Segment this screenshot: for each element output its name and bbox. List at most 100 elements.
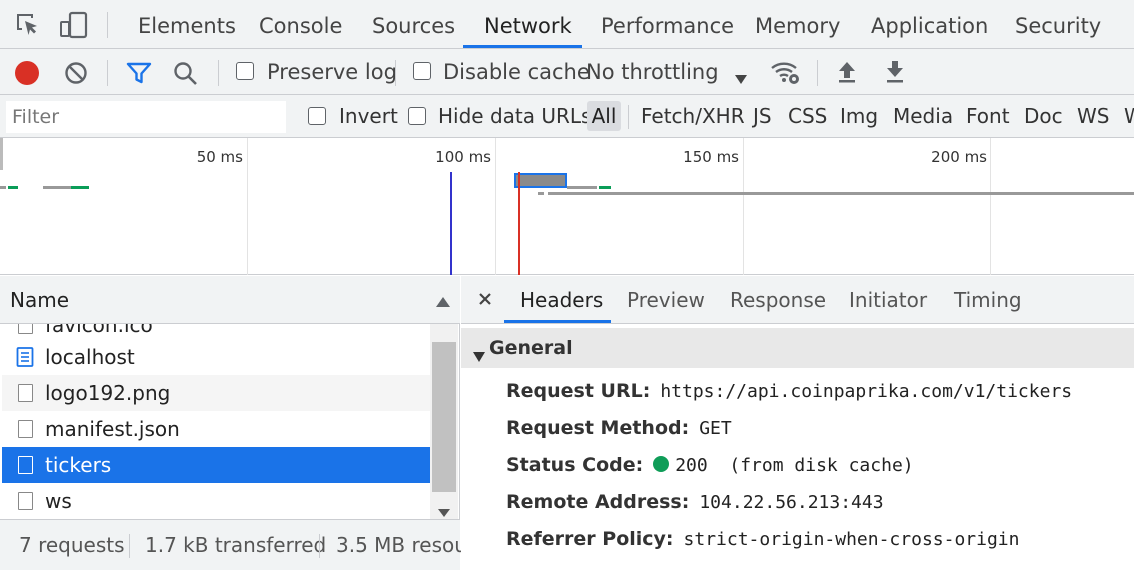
load-event-marker (518, 172, 520, 275)
tick-label: 50 ms (196, 148, 243, 166)
overview-left-handle[interactable] (0, 138, 3, 170)
hide-data-urls-label: Hide data URLs (438, 104, 592, 128)
request-url-value: https://api.coinpaprika.com/v1/tickers (660, 381, 1073, 402)
type-filter-img[interactable]: Img (840, 95, 878, 138)
tab-timing[interactable]: Timing (954, 276, 1022, 324)
tab-sources[interactable]: Sources (372, 0, 455, 49)
device-toolbar-icon[interactable] (58, 10, 90, 40)
request-bar (538, 192, 544, 195)
request-list-panel: Name favicon.ico localhost logo192.png m… (0, 276, 467, 570)
active-tab-indicator (463, 45, 582, 48)
network-toolbar: Preserve log Disable cache No throttling (0, 49, 1134, 95)
scroll-down-icon[interactable] (438, 499, 450, 517)
tab-security[interactable]: Security (1015, 0, 1101, 49)
divider (395, 60, 396, 86)
invert-checkbox[interactable] (308, 107, 326, 125)
divider (817, 60, 818, 86)
triangle-down-icon (473, 343, 485, 362)
search-icon[interactable] (173, 61, 199, 87)
type-filter-doc[interactable]: Doc (1024, 95, 1063, 138)
request-name: tickers (45, 453, 112, 477)
name-column-header[interactable]: Name (10, 276, 69, 324)
divider (319, 534, 320, 558)
export-har-icon[interactable] (884, 59, 906, 85)
filter-bar: Invert Hide data URLs All Fetch/XHR JS C… (0, 95, 1134, 138)
tick-label: 200 ms (931, 148, 987, 166)
file-icon (18, 324, 33, 334)
import-har-icon[interactable] (836, 59, 858, 85)
request-name: ws (45, 489, 72, 513)
tab-console[interactable]: Console (259, 0, 342, 49)
general-section-header[interactable]: General (461, 328, 1134, 368)
hide-data-urls-checkbox[interactable] (408, 107, 426, 125)
field-label: Request URL: (506, 380, 651, 402)
tab-performance[interactable]: Performance (601, 0, 734, 49)
remote-address-row: Remote Address: 104.22.56.213:443 (506, 484, 884, 518)
preserve-log-checkbox[interactable] (236, 62, 254, 80)
request-bar (548, 192, 1134, 195)
tab-preview[interactable]: Preview (627, 276, 705, 324)
list-item-selected[interactable]: tickers (2, 447, 430, 483)
request-list-body: favicon.ico localhost logo192.png manife… (0, 324, 430, 519)
throttling-select[interactable]: No throttling (586, 49, 719, 95)
list-item[interactable]: localhost (2, 339, 430, 375)
tab-initiator[interactable]: Initiator (849, 276, 927, 324)
type-filter-js[interactable]: JS (753, 95, 772, 138)
status-code-value: 200 (from disk cache) (675, 455, 914, 476)
request-bar (43, 186, 71, 189)
record-icon[interactable] (15, 61, 39, 85)
type-filter-wasm[interactable]: W (1124, 95, 1134, 138)
file-icon (18, 456, 33, 474)
file-icon (18, 492, 33, 510)
type-filter-font[interactable]: Font (966, 95, 1010, 138)
close-icon[interactable] (476, 289, 494, 307)
request-name: logo192.png (45, 381, 171, 405)
type-filter-media[interactable]: Media (893, 95, 953, 138)
list-item[interactable]: logo192.png (2, 375, 430, 411)
sort-ascending-icon[interactable] (436, 288, 450, 307)
invert-label: Invert (339, 104, 398, 128)
grid-line (743, 138, 744, 275)
field-label: Remote Address: (506, 491, 690, 513)
request-bar (8, 186, 18, 189)
tab-elements[interactable]: Elements (138, 0, 236, 49)
request-method-value: GET (699, 418, 732, 439)
tab-response[interactable]: Response (730, 276, 826, 324)
clear-icon[interactable] (64, 61, 88, 85)
filter-icon[interactable] (126, 61, 152, 85)
list-item[interactable]: manifest.json (2, 411, 430, 447)
request-bar (599, 186, 611, 189)
disable-cache-label: Disable cache (443, 60, 590, 84)
referrer-policy-row: Referrer Policy: strict-origin-when-cross… (506, 521, 1019, 555)
scrollbar-thumb[interactable] (432, 342, 456, 492)
filter-input[interactable] (6, 101, 286, 133)
document-icon (16, 347, 34, 367)
tick-label: 150 ms (683, 148, 739, 166)
tab-memory[interactable]: Memory (755, 0, 840, 49)
disable-cache-checkbox[interactable] (413, 62, 431, 80)
type-filter-ws[interactable]: WS (1077, 95, 1109, 138)
tab-application[interactable]: Application (871, 0, 988, 49)
active-tab-indicator (504, 320, 611, 323)
tick-label: 100 ms (435, 148, 491, 166)
grid-line (247, 138, 248, 275)
request-detail-panel: Headers Preview Response Initiator Timin… (461, 276, 1134, 570)
type-filter-fetch-xhr[interactable]: Fetch/XHR (641, 95, 745, 138)
status-ok-icon (653, 456, 670, 472)
field-label: Referrer Policy: (506, 528, 674, 550)
list-item[interactable]: ws (2, 483, 430, 519)
tab-network[interactable]: Network (484, 0, 572, 49)
request-method-row: Request Method: GET (506, 410, 732, 444)
tab-headers[interactable]: Headers (520, 276, 603, 324)
network-conditions-icon[interactable] (770, 59, 802, 87)
remote-address-value: 104.22.56.213:443 (699, 492, 884, 513)
request-url-row: Request URL: https://api.coinpaprika.com/… (506, 373, 1072, 407)
type-filter-css[interactable]: CSS (788, 95, 827, 138)
type-filter-all[interactable]: All (587, 101, 621, 131)
devtools-tab-bar: Elements Console Sources Network Perform… (0, 0, 1134, 49)
request-bar (567, 186, 597, 189)
chevron-down-icon[interactable] (734, 66, 748, 84)
network-overview[interactable]: 50 ms 100 ms 150 ms 200 ms (0, 138, 1134, 275)
inspect-element-icon[interactable] (14, 11, 42, 39)
divider (107, 12, 108, 38)
